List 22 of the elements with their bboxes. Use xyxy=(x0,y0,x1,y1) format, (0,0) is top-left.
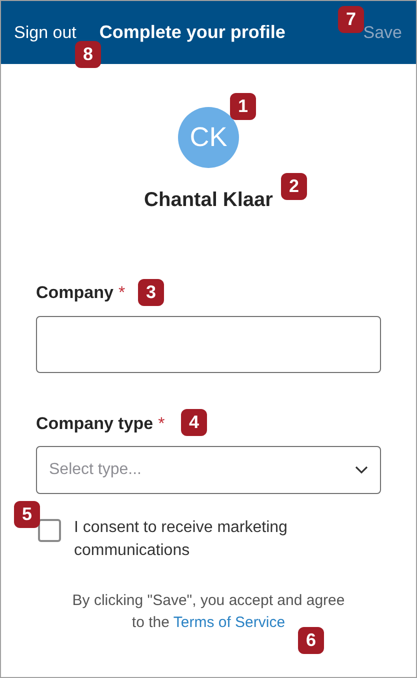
field-label: Company xyxy=(36,282,114,304)
terms-link[interactable]: Terms of Service xyxy=(173,614,286,631)
callout-badge: 6 xyxy=(298,627,324,654)
callout-badge: 5 xyxy=(14,501,40,528)
callout-badge: 1 xyxy=(230,93,256,120)
callout-badge: 4 xyxy=(181,409,207,436)
required-asterisk: * xyxy=(158,412,165,434)
required-asterisk: * xyxy=(118,282,126,304)
callout-badge: 2 xyxy=(281,173,307,200)
callout-badge: 8 xyxy=(75,41,101,68)
sign-out-button[interactable]: Sign out xyxy=(14,20,76,46)
user-name: Chantal Klaar xyxy=(144,188,273,213)
page-title: Complete your profile xyxy=(99,21,286,44)
avatar: CK xyxy=(178,107,239,168)
consent-label: I consent to receive marketing communications xyxy=(74,518,288,561)
input-field[interactable] xyxy=(36,316,381,372)
callout-badge: 7 xyxy=(338,6,364,33)
field-label: Company type xyxy=(36,412,154,434)
callout-badge: 3 xyxy=(138,279,164,306)
consent-checkbox[interactable] xyxy=(38,519,61,542)
chevron-down-icon xyxy=(355,466,368,474)
select-field[interactable]: Select type... xyxy=(36,446,381,494)
